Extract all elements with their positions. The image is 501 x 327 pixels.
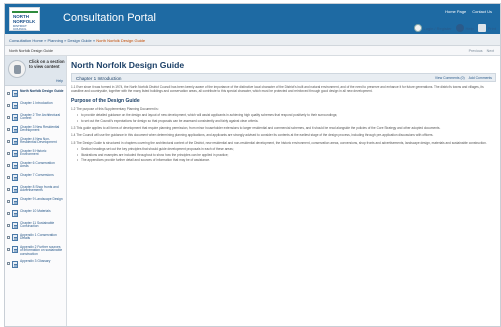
paragraph: 1.1 Ever since it was formed in 1974, th… (71, 85, 484, 94)
app-window: NORTH NORFOLK DISTRICT COUNCIL Consultat… (4, 3, 501, 327)
portal-title: Consultation Portal (63, 12, 156, 24)
contact-us-link[interactable]: Contact Us (472, 9, 492, 14)
document-toolbar: North Norfolk Design Guide Previous Next (5, 46, 500, 56)
breadcrumb: Consultation Home » Planning » Design Gu… (9, 38, 146, 43)
document-icon (12, 210, 18, 217)
add-comments-link[interactable]: Add Comments (469, 76, 492, 80)
pager: Previous Next (469, 49, 494, 53)
toc-item[interactable]: Chapter 8 Shop fronts and Advertisements (7, 184, 64, 196)
chapter-links: View Comments (0) Add Comments (435, 76, 492, 80)
expand-icon[interactable] (7, 187, 10, 191)
header-actions: Login / Register Help Print (413, 24, 496, 32)
document-icon (12, 222, 18, 229)
expand-icon[interactable] (7, 127, 10, 131)
toc-item[interactable]: North Norfolk Design Guide (7, 88, 64, 100)
expand-icon[interactable] (7, 223, 10, 227)
toc-help-link[interactable]: Help (56, 79, 63, 83)
document-icon (12, 198, 18, 205)
print-button[interactable]: Print (477, 24, 496, 32)
expand-icon[interactable] (7, 91, 10, 95)
expand-icon[interactable] (7, 139, 10, 143)
breadcrumb-current: North Norfolk Design Guide (96, 38, 146, 43)
document-icon (12, 90, 18, 97)
toc-item[interactable]: Appendix 2 Further sources of informatio… (7, 244, 64, 259)
document-icon (12, 234, 18, 241)
info-icon (8, 60, 26, 78)
breadcrumb-bar: Consultation Home » Planning » Design Gu… (5, 24, 500, 46)
top-links: Home Page Contact Us (445, 9, 492, 14)
document-icon (12, 114, 18, 121)
help-button[interactable]: Help (455, 24, 474, 32)
list-item: to set out the Council's expectations fo… (77, 119, 496, 124)
toc-item[interactable]: Chapter 11 Sustainable Construction (7, 220, 64, 232)
bullet-list: to provide detailed guidance on the desi… (71, 113, 496, 123)
document-icon (12, 126, 18, 133)
toc-help-text: Click on a section to view content (29, 59, 65, 69)
document-icon (12, 246, 18, 253)
document-icon (12, 138, 18, 145)
key-icon (413, 24, 422, 32)
document-title: North Norfolk Design Guide (71, 60, 185, 70)
home-page-link[interactable]: Home Page (445, 9, 466, 14)
toc-item[interactable]: Chapter 5 Historic Environment (7, 148, 64, 160)
document-icon (12, 150, 18, 157)
expand-icon[interactable] (7, 115, 10, 119)
expand-icon[interactable] (7, 199, 10, 203)
login-button[interactable]: Login / Register (413, 24, 452, 32)
toc-item[interactable]: Chapter 2 The Architectural Context (7, 112, 64, 124)
toc-sidebar: Click on a section to view content Help … (5, 56, 67, 326)
document-name: North Norfolk Design Guide (9, 49, 53, 53)
toc-item[interactable]: Chapter 10 Materials (7, 208, 64, 220)
list-item: to provide detailed guidance on the desi… (77, 113, 496, 118)
list-item: Section headings set out the key princip… (77, 147, 496, 152)
help-icon (455, 24, 464, 32)
toc-item[interactable]: Chapter 7 Conversions (7, 172, 64, 184)
toc-item[interactable]: Chapter 9 Landscape Design (7, 196, 64, 208)
toc-help-box: Click on a section to view content Help (5, 56, 66, 86)
chapter-header: Chapter 1 Introduction View Comments (0)… (71, 73, 496, 82)
section-heading: Purpose of the Design Guide (71, 97, 140, 104)
document-icon (12, 260, 18, 268)
next-link[interactable]: Next (487, 49, 494, 53)
breadcrumb-design-guide[interactable]: Design Guide (68, 38, 92, 43)
paragraph: 1.2 The purpose of this Supplementary Pl… (71, 106, 159, 111)
document-icon (12, 102, 18, 109)
printer-icon (477, 24, 486, 32)
paragraph: 1.4 The Council will use the guidance in… (71, 133, 434, 138)
paragraph: 1.5 The Design Guide is structured in ch… (71, 140, 487, 145)
expand-icon[interactable] (7, 235, 10, 239)
expand-icon[interactable] (7, 211, 10, 215)
breadcrumb-planning[interactable]: Planning (47, 38, 63, 43)
previous-link[interactable]: Previous (469, 49, 483, 53)
document-icon (12, 174, 18, 181)
toc-item[interactable]: Appendix 1 Conservation Details (7, 232, 64, 244)
expand-icon[interactable] (7, 247, 10, 251)
document-icon (12, 186, 18, 193)
toc-item[interactable]: Appendix 3 Glossary (7, 259, 64, 271)
bullet-list: Section headings set out the key princip… (71, 147, 496, 163)
toc-item[interactable]: Chapter 1 Introduction (7, 100, 64, 112)
council-logo[interactable]: NORTH NORFOLK DISTRICT COUNCIL (9, 7, 40, 31)
toc-item[interactable]: Chapter 3 New Residential Development (7, 124, 64, 136)
list-item: Illustrations and examples are included … (77, 153, 496, 158)
view-comments-link[interactable]: View Comments (0) (435, 76, 465, 80)
list-item: The appendices provide further detail an… (77, 158, 496, 163)
toc-item[interactable]: Chapter 4 New Non-Residential Developmen… (7, 136, 64, 148)
document-content: North Norfolk Design Guide Chapter 1 Int… (71, 56, 496, 326)
breadcrumb-home[interactable]: Consultation Home (9, 38, 43, 43)
expand-icon[interactable] (7, 175, 10, 179)
expand-icon[interactable] (7, 151, 10, 155)
expand-icon[interactable] (7, 262, 10, 266)
chapter-title: Chapter 1 Introduction (76, 75, 122, 81)
document-icon (12, 162, 18, 169)
paragraph: 1.3 This guide applies to all forms of d… (71, 126, 441, 131)
expand-icon[interactable] (7, 103, 10, 107)
expand-icon[interactable] (7, 163, 10, 167)
toc-item[interactable]: Chapter 6 Conservation Areas (7, 160, 64, 172)
toc-list: North Norfolk Design Guide Chapter 1 Int… (5, 86, 66, 271)
